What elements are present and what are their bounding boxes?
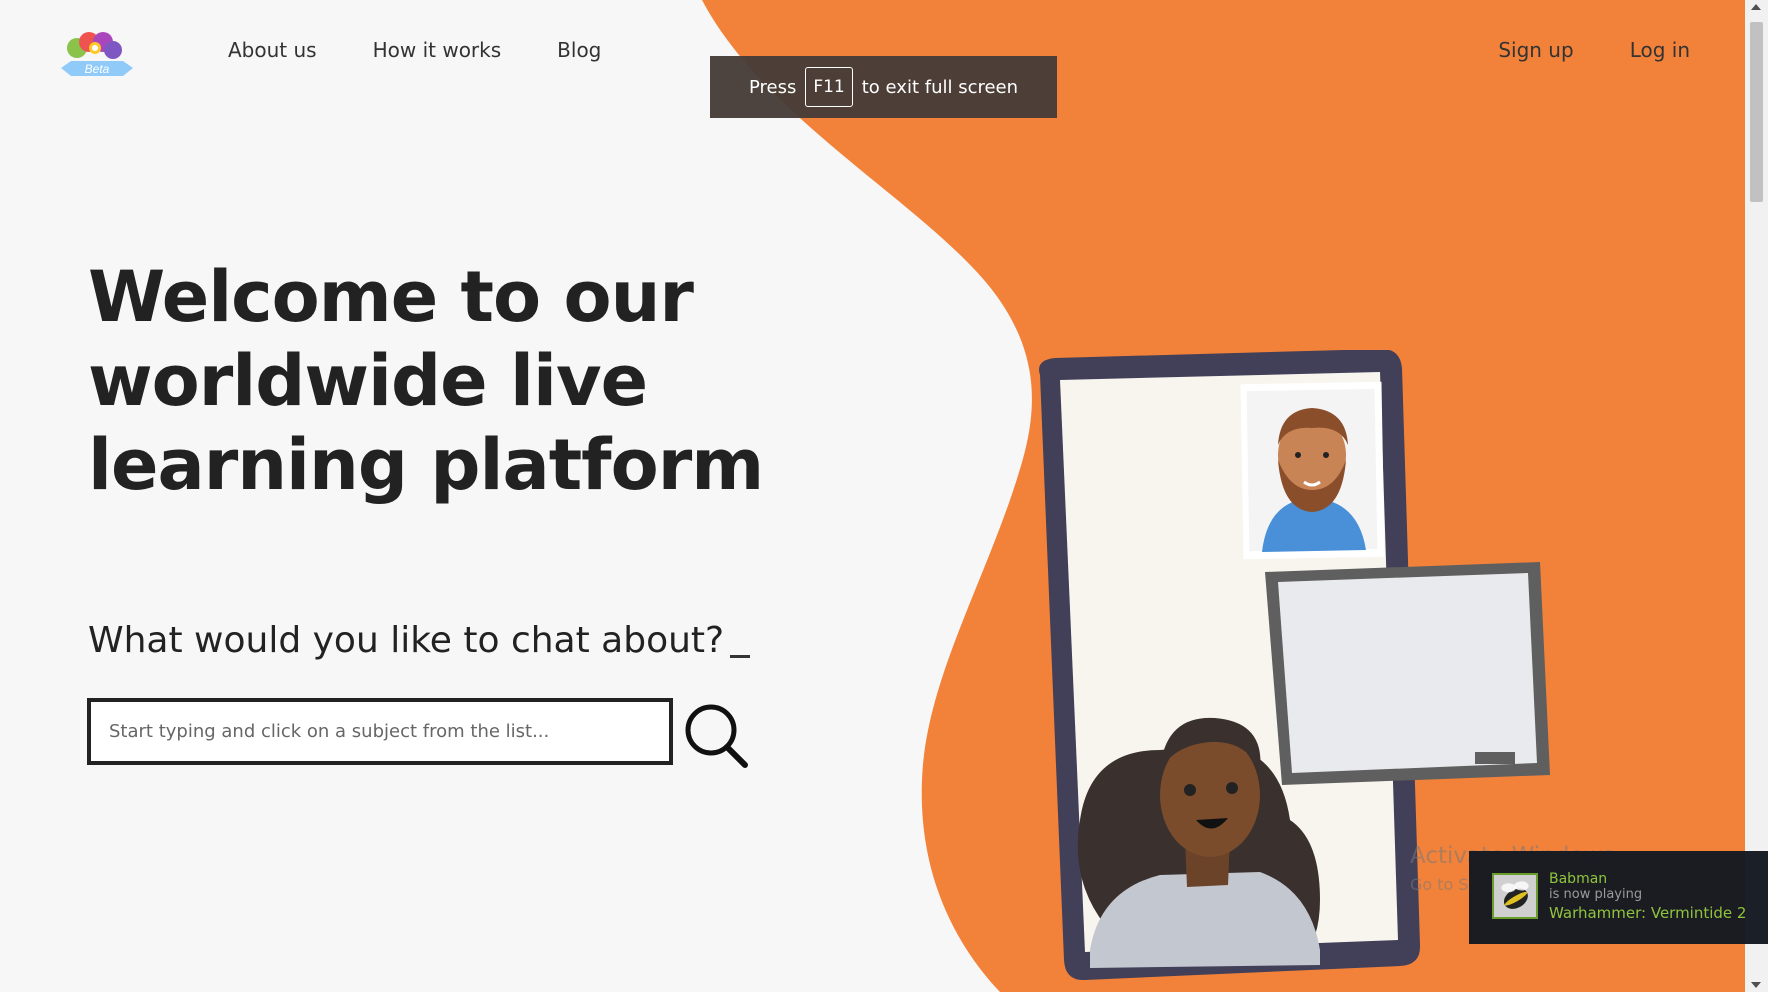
nav-how-it-works[interactable]: How it works bbox=[373, 38, 502, 62]
scroll-down-arrow-icon[interactable] bbox=[1751, 982, 1761, 988]
steam-friend-status: is now playing bbox=[1549, 887, 1643, 902]
page: Beta About us How it works Blog Sign up … bbox=[0, 0, 1768, 992]
main-nav: About us How it works Blog bbox=[228, 38, 657, 62]
logo-badge-text: Beta bbox=[85, 62, 110, 76]
fullscreen-notice-prefix: Press bbox=[748, 76, 797, 98]
subject-search-input[interactable] bbox=[91, 702, 669, 761]
subject-search-box bbox=[87, 698, 673, 765]
steam-notification[interactable]: Babman is now playing Warhammer: Vermint… bbox=[1469, 851, 1768, 944]
steam-friend-name: Babman bbox=[1549, 871, 1608, 887]
beta-logo[interactable]: Beta bbox=[57, 28, 137, 84]
chat-question-text: What would you like to chat about? bbox=[88, 620, 725, 661]
bee-avatar-icon bbox=[1492, 873, 1538, 919]
scroll-thumb[interactable] bbox=[1750, 22, 1763, 202]
f11-key: F11 bbox=[805, 67, 853, 107]
chat-question: What would you like to chat about? bbox=[88, 620, 751, 661]
whiteboard bbox=[1265, 562, 1550, 785]
scroll-up-arrow-icon[interactable] bbox=[1751, 4, 1761, 10]
vertical-scrollbar[interactable] bbox=[1745, 0, 1768, 992]
nav-blog[interactable]: Blog bbox=[557, 38, 601, 62]
nav-about-us[interactable]: About us bbox=[228, 38, 317, 62]
steam-notification-text: Babman is now playing Warhammer: Vermint… bbox=[1549, 871, 1746, 921]
search-icon[interactable] bbox=[683, 702, 749, 768]
auth-nav: Sign up Log in bbox=[1442, 38, 1690, 62]
sign-up-link[interactable]: Sign up bbox=[1498, 38, 1573, 62]
man-avatar-frame bbox=[1240, 381, 1385, 560]
fullscreen-notice: Press F11 to exit full screen bbox=[710, 56, 1057, 118]
fullscreen-notice-suffix: to exit full screen bbox=[861, 76, 1019, 98]
hero-title: Welcome to our worldwide live learning p… bbox=[88, 256, 764, 506]
steam-game-title: Warhammer: Vermintide 2 bbox=[1549, 904, 1747, 922]
blinking-cursor bbox=[730, 655, 751, 658]
log-in-link[interactable]: Log in bbox=[1630, 38, 1690, 62]
